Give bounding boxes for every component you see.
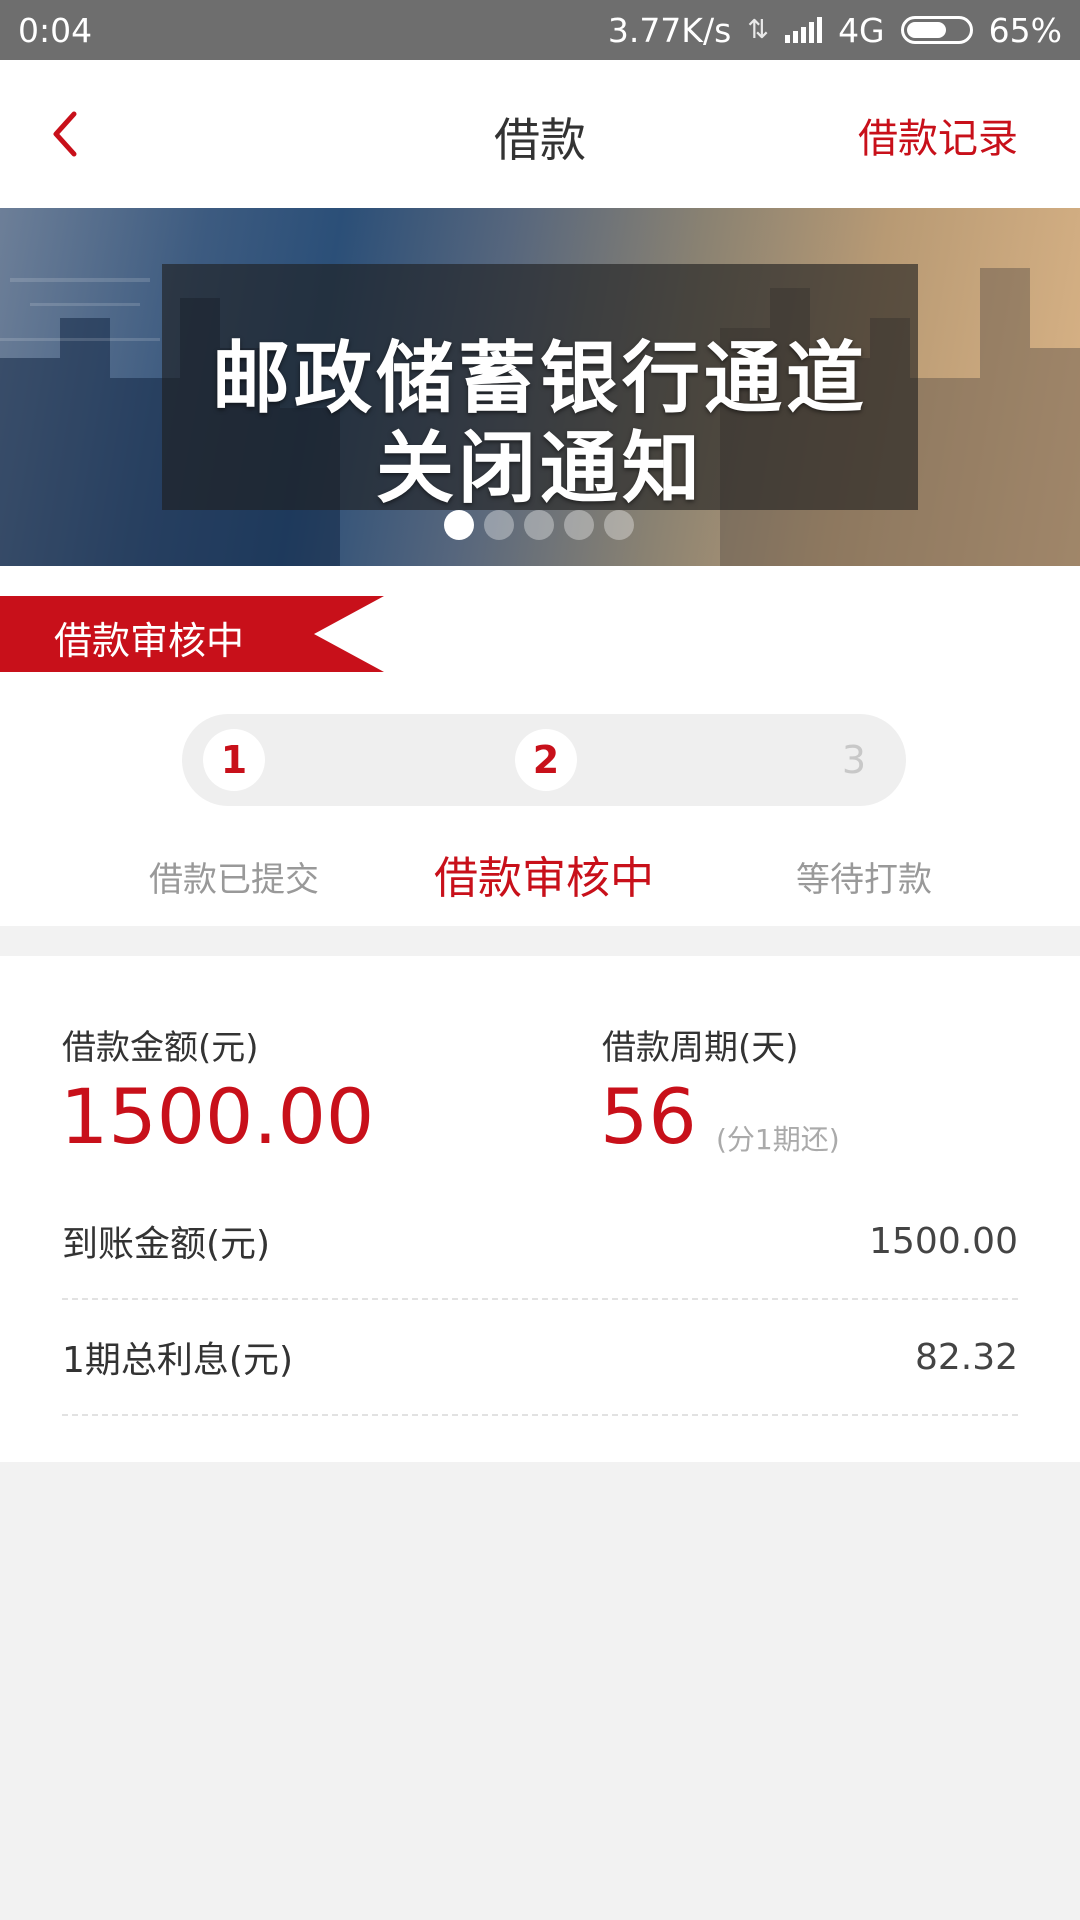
carousel-dot[interactable] <box>564 510 594 540</box>
interest-label: 1期总利息(元) <box>62 1340 293 1381</box>
status-time: 0:04 <box>18 10 93 50</box>
step-1-number: 1 <box>203 729 265 791</box>
received-amount-label: 到账金额(元) <box>62 1224 271 1265</box>
received-amount-row: 到账金额(元) 1500.00 <box>62 1184 1018 1300</box>
status-right: 3.77K/s ⇅ 4G 65% <box>608 11 1062 50</box>
battery-percent: 65% <box>988 10 1062 50</box>
carousel-dots <box>444 510 634 540</box>
loan-details: 借款金额(元) 1500.00 借款周期(天) 56 (分1期还) 到账金额(元… <box>0 956 1080 1462</box>
nav-bar: 借款 借款记录 <box>0 60 1080 208</box>
network-type: 4G <box>838 10 885 50</box>
loan-period-label: 借款周期(天) <box>602 1028 799 1068</box>
interest-value: 82.32 <box>914 1336 1018 1378</box>
carousel-dot[interactable] <box>524 510 554 540</box>
loan-record-link[interactable]: 借款记录 <box>858 106 1018 164</box>
received-amount-value: 1500.00 <box>869 1220 1018 1262</box>
net-speed: 3.77K/s <box>607 10 732 50</box>
step-3-label: 等待打款 <box>796 860 932 900</box>
signal-icon <box>785 17 823 43</box>
carousel-dot[interactable] <box>484 510 514 540</box>
banner-carousel[interactable]: 邮政储蓄银行通道 关闭通知 <box>0 208 1080 566</box>
step-1-circle: 1 <box>188 714 280 806</box>
carousel-dot[interactable] <box>604 510 634 540</box>
battery-icon <box>900 16 973 44</box>
loan-period-value: 56 <box>600 1072 697 1161</box>
ribbon-label: 借款审核中 <box>54 619 245 663</box>
step-3-number: 3 <box>841 738 867 782</box>
status-ribbon: 借款审核中 <box>0 596 384 672</box>
step-3-circle: 3 <box>808 714 900 806</box>
step-1-label: 借款已提交 <box>149 860 319 900</box>
step-2-circle: 2 <box>500 714 592 806</box>
interest-row: 1期总利息(元) 82.32 <box>62 1300 1018 1416</box>
status-bar: 0:04 3.77K/s ⇅ 4G 65% <box>0 0 1080 60</box>
step-2-label: 借款审核中 <box>434 853 654 904</box>
data-arrows-icon: ⇅ <box>747 15 770 45</box>
carousel-dot[interactable] <box>444 510 474 540</box>
loan-amount-label: 借款金额(元) <box>62 1028 259 1068</box>
loan-period-note: (分1期还) <box>716 1123 840 1156</box>
banner-title-line2: 关闭通知 <box>375 424 704 514</box>
step-2-number: 2 <box>515 729 577 791</box>
loan-amount-value: 1500.00 <box>60 1072 375 1161</box>
